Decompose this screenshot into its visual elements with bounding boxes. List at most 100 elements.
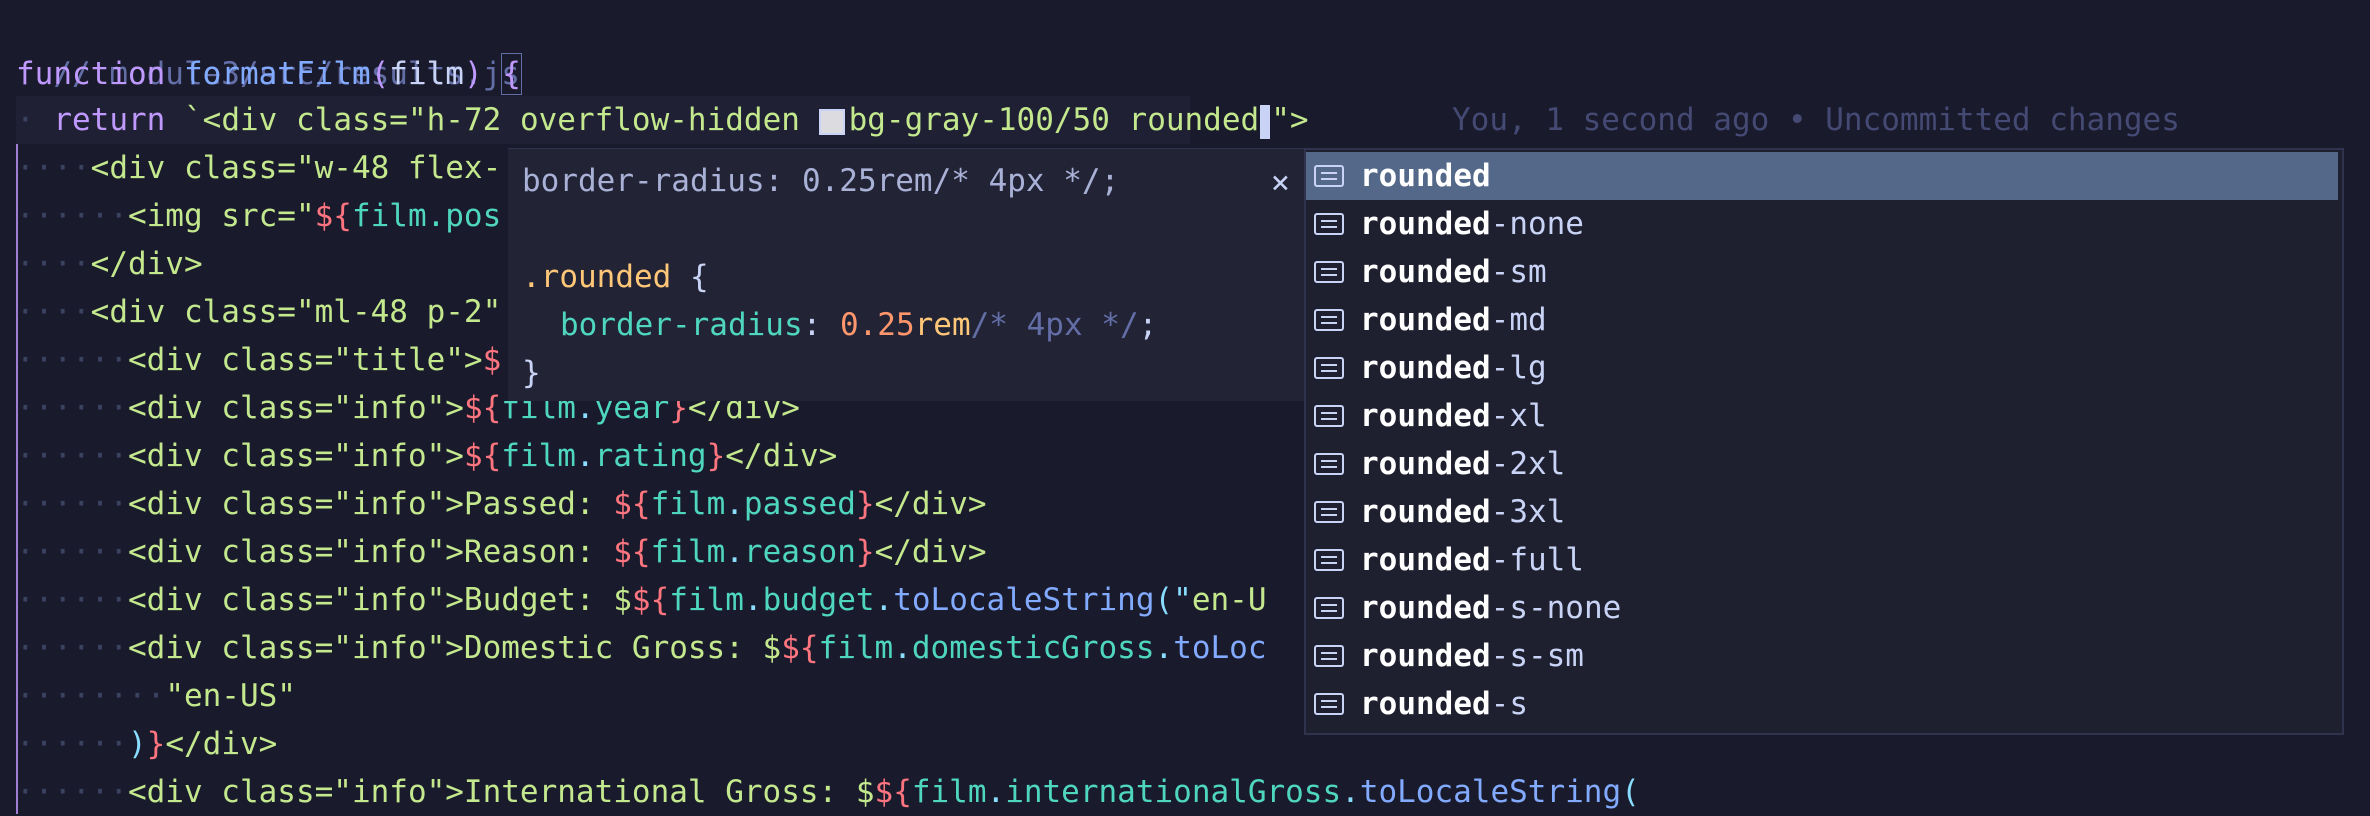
code-line-4[interactable]: ····<div class="w-48 flex- [16,144,501,192]
completion-item-label: rounded-none [1360,206,1584,242]
hover-documentation-popup[interactable]: border-radius: 0.25rem/* 4px */; × .roun… [508,148,1304,401]
paren-open: ( [1621,774,1640,810]
text-icon [1314,693,1344,715]
interp-close: } [855,486,875,522]
css-number: 0.25 [839,307,915,343]
completion-item[interactable]: rounded-md [1306,296,2338,344]
code-object: film [818,630,894,666]
completion-item-label: rounded-md [1360,302,1547,338]
close-icon[interactable]: × [1271,163,1290,201]
code-line-7[interactable]: ····<div class="ml-48 p-2" [16,288,501,336]
code-property: rating [594,438,707,474]
completion-item[interactable]: rounded-s [1306,680,2338,728]
completion-item[interactable]: rounded-sm [1306,248,2338,296]
code-line-11[interactable]: ······<div class="info">Passed: ${film.p… [16,480,987,528]
completion-item-label: rounded-2xl [1360,446,1566,482]
code-line-2[interactable]: function formatFilm(film) { [16,50,522,98]
code-line-13[interactable]: ······<div class="info">Budget: $${film.… [16,576,1267,624]
interp-open: ${ [631,582,670,618]
completion-item[interactable]: rounded-none [1306,200,2338,248]
text-icon [1314,453,1344,475]
completion-item[interactable]: rounded-lg [1306,344,2338,392]
dot: . [874,582,894,618]
code-text: <div class="ml-48 p-2" [90,294,502,330]
code-line-3-active[interactable]: · return `<div class="h-72 overflow-hidd… [16,96,1309,144]
code-property: domesticGross [911,630,1155,666]
interp-open: ${ [463,390,502,426]
code-object: film [911,774,987,810]
code-line-1[interactable]: // module3/src/results.js [16,2,520,92]
code-line-14[interactable]: ······<div class="info">Domestic Gross: … [16,624,1267,672]
text-icon [1314,357,1344,379]
completion-item[interactable]: rounded-s-none [1306,584,2338,632]
code-text: <div class="info"> [127,438,464,474]
paren-open: ( [370,56,390,92]
interp-close: } [855,534,875,570]
code-line-12[interactable]: ······<div class="info">Reason: ${film.r… [16,528,987,576]
interp-open: ${ [613,486,651,522]
interp-open: ${ [613,534,651,570]
text-icon [1314,309,1344,331]
text-icon [1314,165,1344,187]
code-object: film [650,534,726,570]
dot: . [893,630,912,666]
code-expr: film.pos [351,198,502,234]
code-property: reason [743,534,856,570]
completion-item-label: rounded-xl [1360,398,1547,434]
completion-item[interactable]: rounded-3xl [1306,488,2338,536]
code-text: <div class="title"> [127,342,483,378]
param: film [389,56,464,92]
color-swatch-icon[interactable] [818,108,845,135]
paren-close: ) [463,56,483,92]
code-text: <div class="info"> [127,390,464,426]
code-text: <div class="info">International Gross: $ [127,774,875,810]
dot: . [1154,630,1174,666]
css-brace-open: { [689,259,709,295]
code-line-5[interactable]: ······<img src="${film.pos [16,192,501,240]
paren-close: ) [127,726,147,762]
code-line-17[interactable]: ······<div class="info">International Gr… [16,768,1640,816]
autocomplete-list[interactable]: rounded rounded-none rounded-sm rounded-md r… [1304,148,2344,735]
code-text: <div class="w-48 flex- [90,150,502,186]
completion-item-label: rounded [1360,158,1491,194]
code-line-16[interactable]: ······)}</div> [16,720,277,768]
css-brace-close: } [522,355,541,391]
dot: . [1341,774,1360,810]
code-text: </div> [90,246,203,282]
code-text: <div class="info">Budget: $ [127,582,632,618]
dot: . [725,534,744,570]
code-line-6[interactable]: ····</div> [16,240,203,288]
code-property: budget [762,582,875,618]
code-text: </div> [874,486,987,522]
code-line-10[interactable]: ······<div class="info">${film.rating}</… [16,432,837,480]
css-property: border-radius [560,307,803,343]
css-selector: .rounded [522,259,672,295]
completion-item-label: rounded-full [1360,542,1584,578]
keyword: function [16,56,166,92]
dot: . [743,582,763,618]
code-line-15[interactable]: ········"en-US" [16,672,296,720]
interp-close: } [146,726,166,762]
code-object: film [501,438,576,474]
css-comment: /* 4px */ [970,307,1139,343]
code-text: <div class="info">Reason: [127,534,614,570]
css-colon: : [802,307,822,343]
text-icon [1314,261,1344,283]
completion-item[interactable]: rounded-xl [1306,392,2338,440]
interp-open: ${ [314,198,352,234]
text-cursor [1260,104,1271,139]
code-text: </div> [874,534,987,570]
completion-item[interactable]: rounded-2xl [1306,440,2338,488]
completion-item[interactable]: rounded [1306,152,2338,200]
css-semicolon: ; [1138,307,1158,343]
completion-item[interactable]: rounded-full [1306,536,2338,584]
text-icon [1314,213,1344,235]
code-property: passed [743,486,856,522]
template-text-2: bg-gray-100/50 rounded [848,102,1260,138]
dot: . [986,774,1006,810]
code-method: toLocaleString [1359,774,1622,810]
backtick: ` [184,102,203,138]
text-icon [1314,597,1344,619]
completion-item[interactable]: rounded-s-sm [1306,632,2338,680]
code-line-8[interactable]: ······<div class="title">$ [16,336,501,384]
